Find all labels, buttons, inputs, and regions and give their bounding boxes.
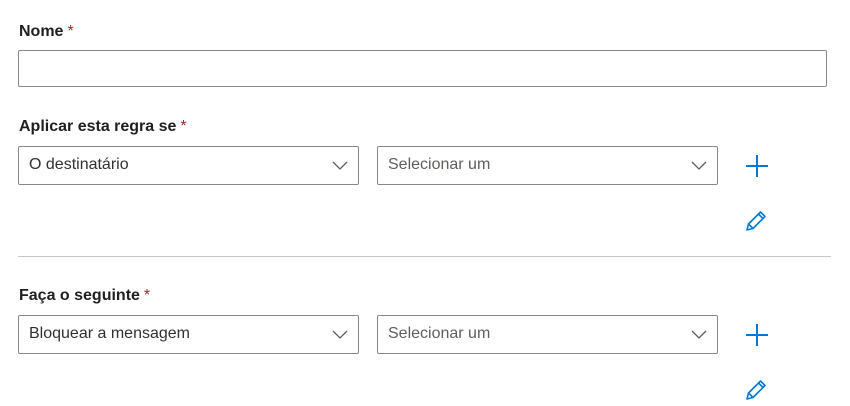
pencil-icon[interactable] (743, 208, 769, 234)
rule-editor-form: Nome * Aplicar esta regra se * O destinatá… (0, 0, 850, 406)
action-second-dropdown[interactable]: Selecionar um (377, 315, 718, 354)
section-divider (18, 256, 831, 257)
pencil-icon[interactable] (743, 377, 769, 403)
chevron-down-icon (691, 330, 707, 339)
condition-second-dropdown[interactable]: Selecionar um (377, 146, 718, 185)
chevron-down-icon (691, 161, 707, 170)
required-marker: * (67, 23, 74, 40)
name-label: Nome * (19, 23, 74, 41)
action-first-dropdown[interactable]: Bloquear a mensagem (18, 315, 359, 354)
required-marker: * (180, 118, 187, 135)
condition-first-dropdown-value: O destinatário (29, 156, 129, 173)
name-input[interactable] (18, 50, 827, 87)
action-label: Faça o seguinte * (19, 287, 150, 305)
chevron-down-icon (332, 330, 348, 339)
name-label-text: Nome (19, 23, 64, 40)
condition-label-text: Aplicar esta regra se (19, 118, 177, 135)
plus-icon[interactable] (744, 153, 770, 179)
action-second-dropdown-placeholder: Selecionar um (388, 325, 491, 342)
condition-second-dropdown-placeholder: Selecionar um (388, 156, 491, 173)
plus-icon[interactable] (744, 322, 770, 348)
action-first-dropdown-value: Bloquear a mensagem (29, 325, 190, 342)
required-marker: * (143, 287, 151, 304)
warning-text-cutoff (0, 0, 850, 6)
chevron-down-icon (332, 161, 348, 170)
condition-label: Aplicar esta regra se * (19, 118, 187, 136)
condition-first-dropdown[interactable]: O destinatário (18, 146, 359, 185)
action-label-text: Faça o seguinte (19, 287, 140, 304)
